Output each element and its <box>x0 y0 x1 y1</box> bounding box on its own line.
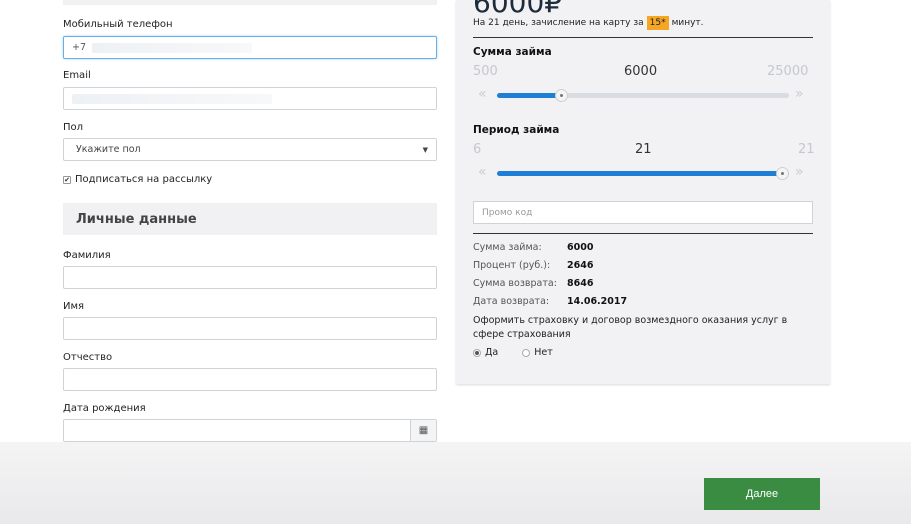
no-label: Нет <box>534 347 553 358</box>
summary-key: Сумма займа: <box>473 242 542 253</box>
radio-no[interactable] <box>522 348 531 357</box>
insurance-radio-group: Да Нет <box>473 347 553 358</box>
calendar-icon[interactable]: ▦ <box>410 420 436 441</box>
period-value: 21 <box>635 142 652 157</box>
name-input[interactable] <box>63 317 437 340</box>
summary-value: 2646 <box>567 260 594 271</box>
subscribe-checkbox-row[interactable]: ✔ Подписаться на рассылку <box>63 174 212 185</box>
summary-key: Дата возврата: <box>473 296 550 307</box>
summary-row: Сумма займа: 6000 <box>473 242 593 253</box>
gender-value: Укажите пол <box>76 144 141 155</box>
amount-min: 500 <box>473 64 498 79</box>
next-button[interactable]: Далее <box>704 478 820 510</box>
form-top-strip <box>63 0 437 5</box>
gender-select[interactable]: Укажите пол ▼ <box>63 138 437 161</box>
patronymic-input[interactable] <box>63 368 437 391</box>
checkbox-icon[interactable]: ✔ <box>63 175 71 184</box>
period-max: 21 <box>798 142 815 157</box>
phone-masked-digits <box>92 42 253 53</box>
period-slider-handle[interactable] <box>776 167 789 180</box>
phone-input[interactable]: +7 <box>63 36 437 59</box>
divider <box>473 37 813 38</box>
period-slider-fill <box>497 171 789 176</box>
amount-decrease-icon[interactable]: « <box>478 86 487 102</box>
amount-title: Сумма займа <box>473 46 552 58</box>
summary-key: Сумма возврата: <box>473 278 557 289</box>
note-suffix: минут. <box>671 18 704 28</box>
amount-increase-icon[interactable]: » <box>795 86 804 102</box>
divider <box>473 233 813 234</box>
amount-max: 25000 <box>767 64 809 79</box>
surname-input[interactable] <box>63 266 437 289</box>
gender-label: Пол <box>63 122 84 133</box>
phone-label: Мобильный телефон <box>63 19 173 30</box>
radio-yes[interactable] <box>473 348 481 357</box>
period-increase-icon[interactable]: » <box>795 164 804 180</box>
loan-note: На 21 день, зачисление на карту за 15* м… <box>473 16 704 30</box>
note-prefix: На 21 день, зачисление на карту за <box>473 18 644 28</box>
minutes-badge: 15* <box>646 16 669 30</box>
period-slider[interactable] <box>497 167 789 180</box>
surname-label: Фамилия <box>63 250 111 261</box>
summary-value: 8646 <box>567 278 594 289</box>
period-decrease-icon[interactable]: « <box>478 164 487 180</box>
email-masked <box>72 93 272 104</box>
section-personal-heading: Личные данные <box>63 203 437 235</box>
amount-slider[interactable] <box>497 89 789 102</box>
yes-label: Да <box>485 347 499 358</box>
email-input[interactable] <box>63 87 437 110</box>
summary-value: 6000 <box>567 242 594 253</box>
birthdate-label: Дата рождения <box>63 403 146 414</box>
summary-row: Процент (руб.): 2646 <box>473 260 593 271</box>
amount-value: 6000 <box>624 64 658 79</box>
promo-code-input[interactable]: Промо код <box>473 201 813 224</box>
subscribe-label: Подписаться на рассылку <box>75 174 213 185</box>
summary-row: Дата возврата: 14.06.2017 <box>473 296 627 307</box>
insurance-text: Оформить страховку и договор возмездного… <box>473 315 788 340</box>
summary-key: Процент (руб.): <box>473 260 551 271</box>
summary-value: 14.06.2017 <box>567 296 628 307</box>
name-label: Имя <box>63 301 85 312</box>
chevron-down-icon: ▼ <box>422 145 428 154</box>
period-title: Период займа <box>473 124 560 136</box>
patronymic-label: Отчество <box>63 352 113 363</box>
summary-row: Сумма возврата: 8646 <box>473 278 593 289</box>
amount-slider-fill <box>497 93 561 98</box>
amount-slider-handle[interactable] <box>555 89 568 102</box>
period-min: 6 <box>473 142 482 157</box>
email-label: Email <box>63 70 91 81</box>
birthdate-input[interactable]: ▦ <box>63 419 437 442</box>
phone-value: +7 <box>72 42 87 53</box>
